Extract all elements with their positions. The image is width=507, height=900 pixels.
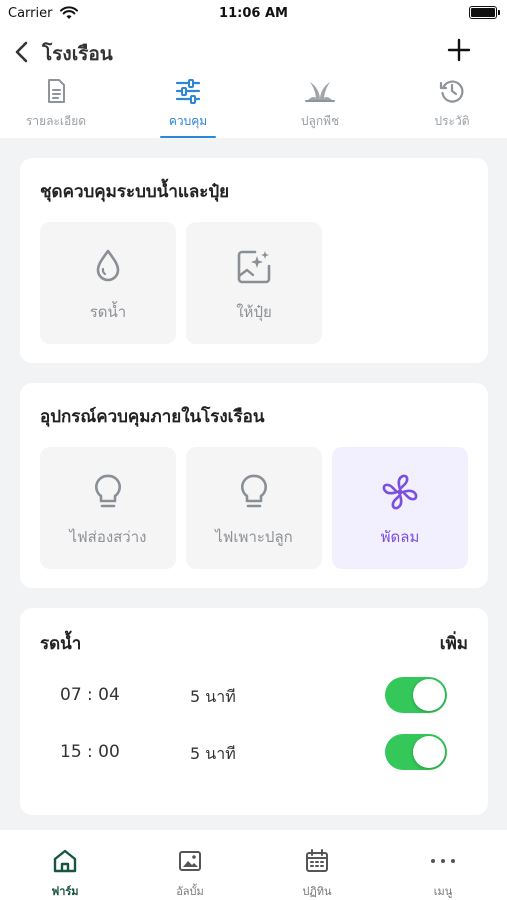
tab-label: ประวัติ <box>434 114 470 128</box>
battery-icon <box>469 6 500 19</box>
schedule-toggle[interactable] <box>385 677 447 713</box>
bottom-tab-farm[interactable]: ฟาร์ม <box>20 838 110 900</box>
history-icon <box>402 78 502 108</box>
tile-label: รดน้ำ <box>89 303 127 321</box>
tile-label: ไฟเพาะปลูก <box>215 528 293 546</box>
bottom-tab-label: ฟาร์ม <box>51 885 79 898</box>
tile-label: ให้ปุ๋ย <box>236 303 272 321</box>
schedule-time: 15 : 00 <box>60 742 120 762</box>
document-icon <box>6 78 106 108</box>
tab-label: ควบคุม <box>168 114 208 128</box>
tab-planting[interactable]: ปลูกพืช <box>270 76 370 138</box>
calendar-icon <box>272 848 362 878</box>
tile-label: พัดลม <box>380 528 420 546</box>
water-fertilizer-card: ชุดควบคุมระบบน้ำและปุ๋ย รดน้ำ ให้ปุ๋ย <box>20 158 488 363</box>
content-area: ชุดควบคุมระบบน้ำและปุ๋ย รดน้ำ ให้ปุ๋ย อุ… <box>0 138 507 830</box>
schedule-duration: 5 นาที <box>190 687 236 706</box>
top-tabs: รายละเอียด ควบคุม ปลูกพืช ประวัติ <box>0 76 507 138</box>
more-icon <box>398 848 488 878</box>
devices-card: อุปกรณ์ควบคุมภายในโรงเรือน ไฟส่องสว่าง ไ… <box>20 383 488 588</box>
schedule-duration: 5 นาที <box>190 744 236 763</box>
tab-control[interactable]: ควบคุม <box>138 76 238 138</box>
bottom-tab-calendar[interactable]: ปฏิทิน <box>272 838 362 900</box>
toggle-knob <box>413 736 445 768</box>
tile-label: ไฟส่องสว่าง <box>69 528 147 546</box>
nav-bar: โรงเรือน <box>0 32 507 72</box>
page-title: โรงเรือน <box>42 43 113 65</box>
toggle-knob <box>413 679 445 711</box>
bottom-tab-label: เมนู <box>433 885 453 898</box>
bottom-tab-menu[interactable]: เมนู <box>398 838 488 900</box>
add-schedule-button[interactable]: เพิ่ม <box>440 630 468 657</box>
bottom-tab-album[interactable]: อัลบั้ม <box>145 838 235 900</box>
tab-label: รายละเอียด <box>25 114 87 128</box>
card-title: ชุดควบคุมระบบน้ำและปุ๋ย <box>40 182 230 202</box>
fertilizer-sparkle-icon <box>186 248 322 286</box>
clock: 11:06 AM <box>219 6 288 21</box>
light-bulb-icon <box>186 473 322 511</box>
tab-history[interactable]: ประวัติ <box>402 76 502 138</box>
light-bulb-icon <box>40 473 176 511</box>
card-title: รดน้ำ <box>40 634 82 654</box>
grow-light-button[interactable]: ไฟเพาะปลูก <box>186 447 322 569</box>
tab-details[interactable]: รายละเอียด <box>6 76 106 138</box>
sliders-icon <box>138 78 238 108</box>
lighting-button[interactable]: ไฟส่องสว่าง <box>40 447 176 569</box>
plant-icon <box>270 78 370 108</box>
status-bar: Carrier 11:06 AM <box>0 0 507 28</box>
tab-label: ปลูกพืช <box>300 114 340 128</box>
bottom-tab-label: ปฏิทิน <box>302 885 332 898</box>
water-drop-icon <box>40 248 176 284</box>
bottom-tab-label: อัลบั้ม <box>176 885 204 898</box>
fan-button[interactable]: พัดลม <box>332 447 468 569</box>
home-icon <box>20 848 110 878</box>
back-chevron-icon[interactable] <box>14 40 30 68</box>
schedule-row: 07 : 04 5 นาที <box>20 675 488 715</box>
water-button[interactable]: รดน้ำ <box>40 222 176 344</box>
card-title: อุปกรณ์ควบคุมภายในโรงเรือน <box>40 407 265 427</box>
image-icon <box>145 848 235 878</box>
schedule-toggle[interactable] <box>385 734 447 770</box>
bottom-tab-bar: ฟาร์ม อัลบั้ม ปฏิทิน เมนู <box>0 830 507 900</box>
schedule-row: 15 : 00 5 นาที <box>20 732 488 772</box>
watering-schedule-card: รดน้ำ เพิ่ม 07 : 04 5 นาที 15 : 00 5 นาท… <box>20 608 488 815</box>
schedule-time: 07 : 04 <box>60 685 120 705</box>
fan-icon <box>332 473 468 511</box>
add-icon[interactable] <box>447 38 471 66</box>
fertilize-button[interactable]: ให้ปุ๋ย <box>186 222 322 344</box>
